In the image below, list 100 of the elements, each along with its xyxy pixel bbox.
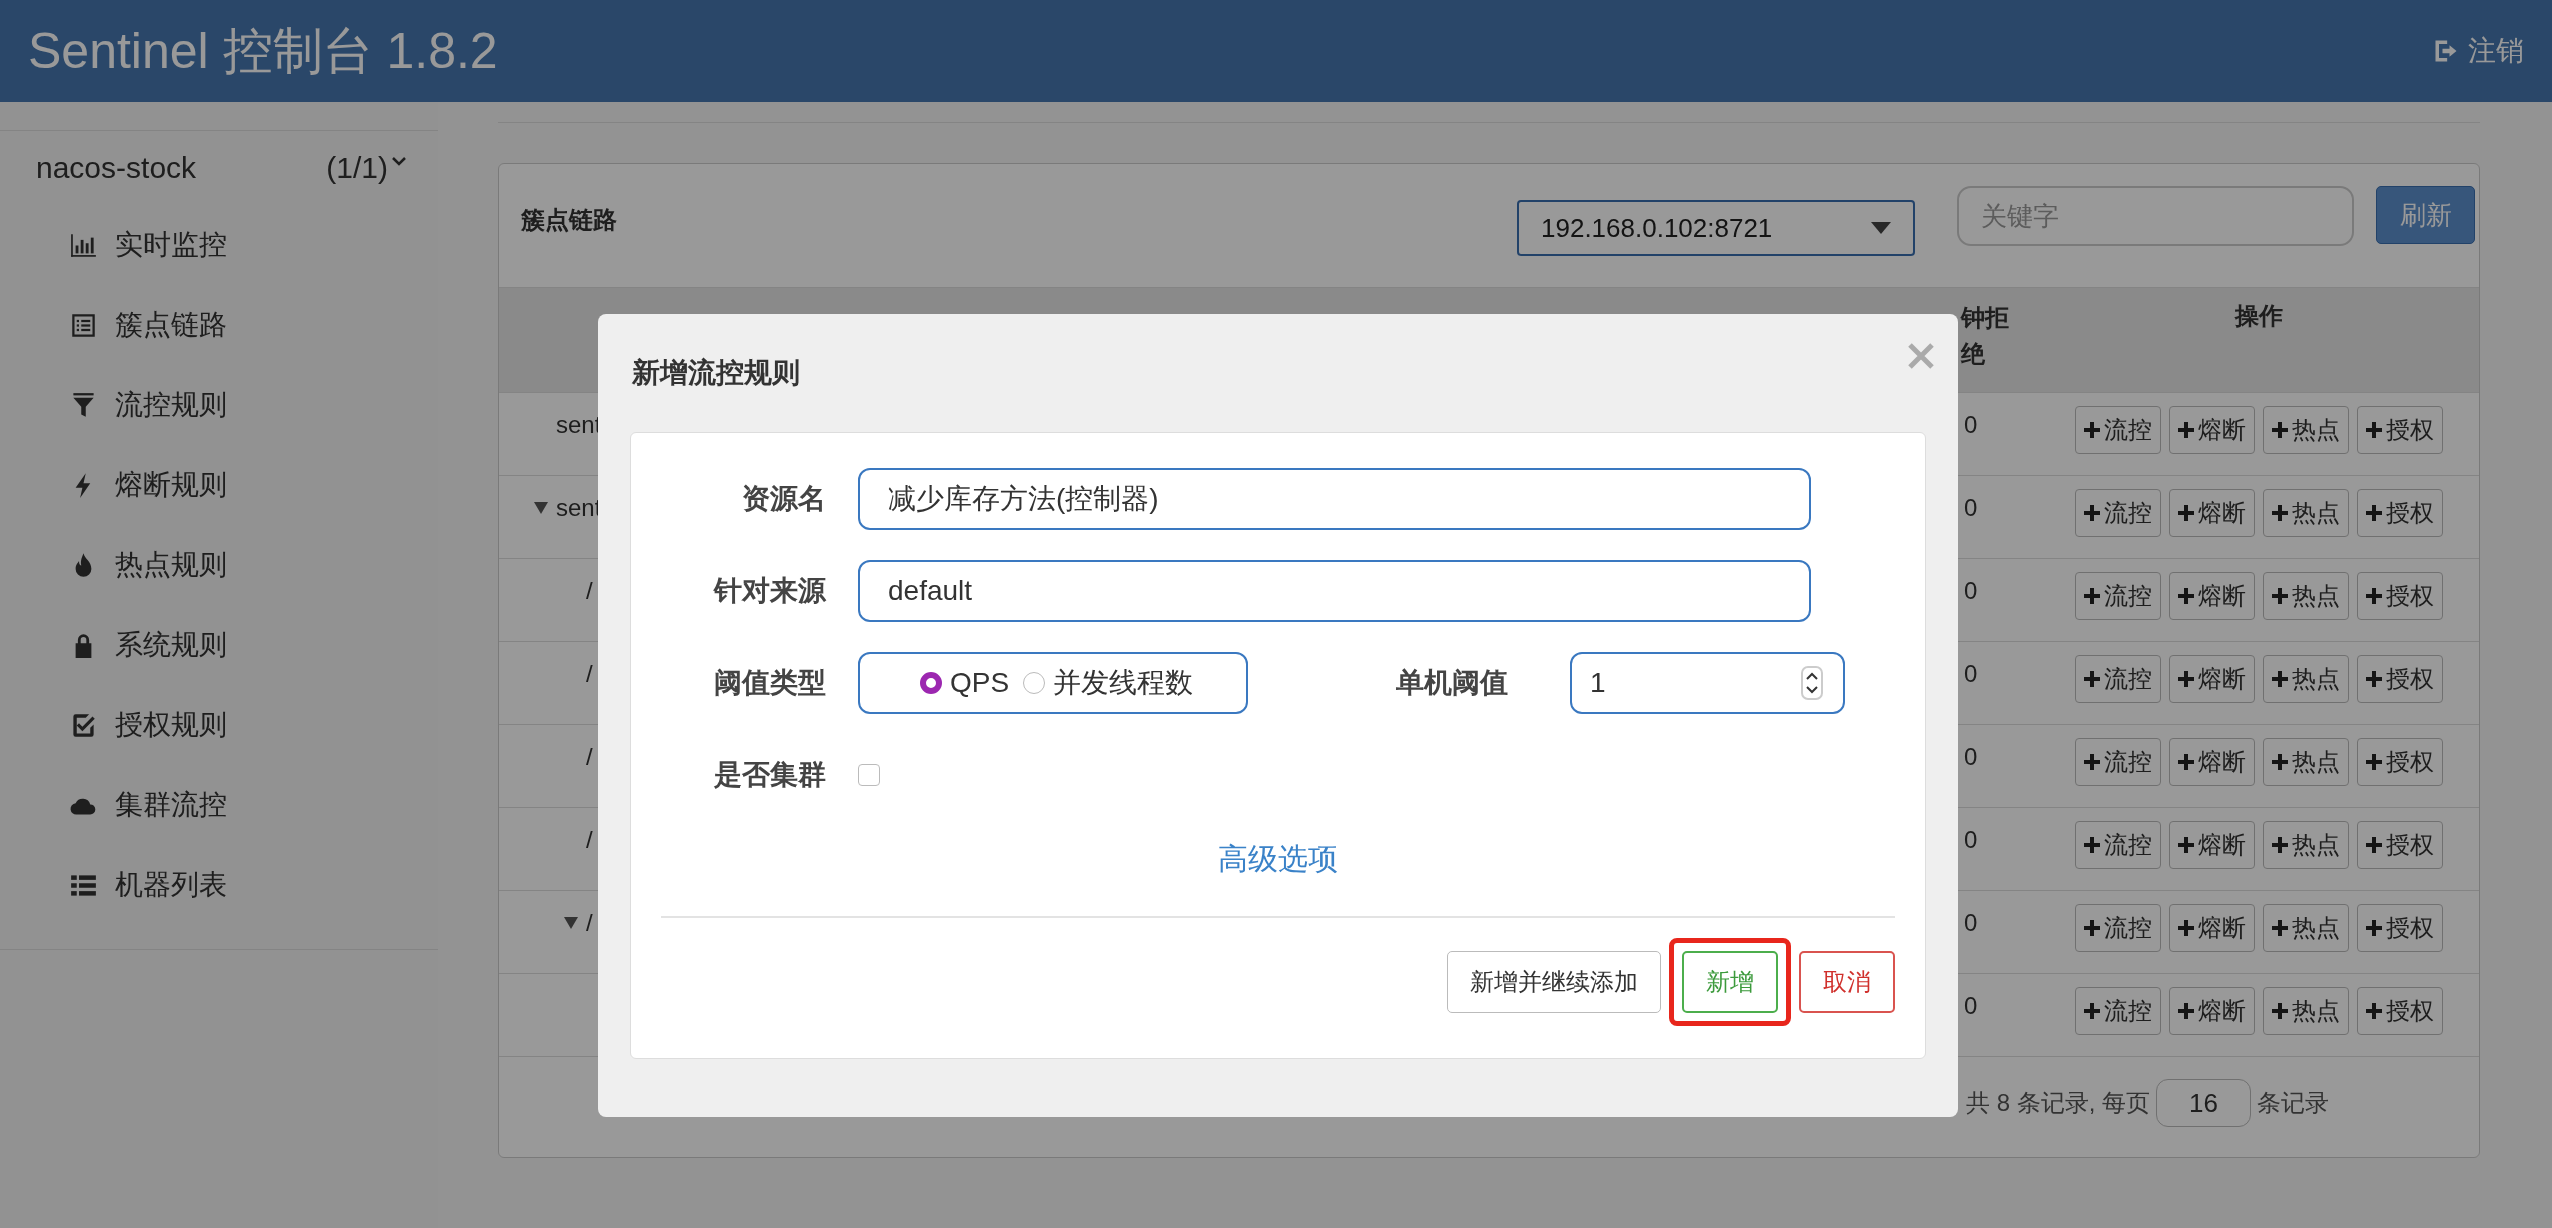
plus-icon (2178, 588, 2194, 604)
caret-icon[interactable] (1871, 222, 1891, 234)
add-rule-button[interactable]: 流控 (2075, 904, 2161, 952)
add-rule-button[interactable]: 流控 (2075, 572, 2161, 620)
checkbox-icon (70, 711, 97, 739)
plus-icon (2272, 837, 2288, 853)
add-rule-button[interactable]: 热点 (2263, 655, 2349, 703)
add-rule-button[interactable]: 流控 (2075, 738, 2161, 786)
app-menu-header[interactable]: nacos-stock (1/1) (0, 131, 438, 205)
plus-icon (2084, 505, 2100, 521)
radio-option[interactable]: QPS (920, 667, 1010, 699)
add-rule-button[interactable]: 热点 (2263, 987, 2349, 1035)
sidebar-item[interactable]: 流控规则 (0, 365, 438, 445)
add-rule-button[interactable]: 流控 (2075, 987, 2161, 1035)
add-rule-button[interactable]: 授权 (2357, 572, 2443, 620)
plus-icon (2084, 588, 2100, 604)
pagination-suffix: 条记录 (2257, 1088, 2329, 1118)
plus-icon (2084, 920, 2100, 936)
plus-icon (2272, 588, 2288, 604)
sidebar-item[interactable]: 熔断规则 (0, 445, 438, 525)
plus-icon (2178, 754, 2194, 770)
panel-title: 簇点链路 (521, 205, 618, 235)
sidebar-item[interactable]: 系统规则 (0, 605, 438, 685)
plus-icon (2178, 837, 2194, 853)
logout-link[interactable]: 注销 (2432, 32, 2524, 70)
add-rule-button[interactable]: 热点 (2263, 904, 2349, 952)
add-rule-button[interactable]: 授权 (2357, 821, 2443, 869)
plus-icon (2366, 505, 2382, 521)
dialog-button[interactable]: 新增并继续添加 (1447, 951, 1661, 1013)
add-rule-button[interactable]: 流控 (2075, 406, 2161, 454)
input-field[interactable]: 减少库存方法(控制器) (858, 468, 1811, 530)
add-rule-button[interactable]: 熔断 (2169, 655, 2255, 703)
sidebar-item[interactable]: 机器列表 (0, 845, 438, 925)
plus-icon (2366, 422, 2382, 438)
add-rule-button[interactable]: 熔断 (2169, 572, 2255, 620)
table-cell: / (586, 743, 593, 771)
add-rule-button[interactable]: 熔断 (2169, 406, 2255, 454)
plus-icon (2178, 422, 2194, 438)
dialog-button[interactable]: 新增 (1682, 951, 1778, 1013)
checkbox[interactable] (858, 764, 880, 786)
plus-icon (2272, 422, 2288, 438)
dialog-title: 新增流控规则 (631, 356, 800, 390)
advanced-options-link[interactable]: 高级选项 (1218, 842, 1338, 875)
search-field[interactable]: 关键字 (1957, 186, 2354, 246)
add-rule-button[interactable]: 熔断 (2169, 821, 2255, 869)
spinner-icon[interactable] (1801, 666, 1823, 700)
add-rule-button[interactable]: 授权 (2357, 738, 2443, 786)
dialog-button[interactable]: 取消 (1799, 951, 1895, 1013)
add-rule-button[interactable]: 流控 (2075, 489, 2161, 537)
plus-icon (2178, 920, 2194, 936)
add-rule-button[interactable]: 授权 (2357, 406, 2443, 454)
sidebar-item[interactable]: 热点规则 (0, 525, 438, 605)
column-header: 操作 (2235, 302, 2283, 329)
plus-icon (2178, 671, 2194, 687)
table-cell: 0 (1964, 992, 1978, 1019)
radio-option[interactable]: 并发线程数 (1023, 664, 1194, 702)
sidebar-item[interactable]: 实时监控 (0, 205, 438, 285)
plus-icon (2084, 422, 2100, 438)
plus-icon (2366, 920, 2382, 936)
expand-triangle-icon[interactable] (564, 917, 578, 929)
add-rule-button[interactable]: 熔断 (2169, 904, 2255, 952)
radio-button[interactable] (920, 672, 942, 694)
add-rule-button[interactable]: 熔断 (2169, 738, 2255, 786)
add-rule-button[interactable]: 热点 (2263, 821, 2349, 869)
page-size-field[interactable]: 16 (2156, 1079, 2251, 1127)
plus-icon (2272, 671, 2288, 687)
add-rule-button[interactable]: 授权 (2357, 655, 2443, 703)
add-rule-button[interactable]: 授权 (2357, 904, 2443, 952)
pagination-summary: 共 8 条记录, 每页 (1965, 1088, 2150, 1118)
bar-chart-icon (70, 231, 97, 259)
plus-icon (2366, 671, 2382, 687)
sidebar-item[interactable]: 集群流控 (0, 765, 438, 845)
add-rule-button[interactable]: 热点 (2263, 489, 2349, 537)
plus-icon (2084, 1003, 2100, 1019)
input-field[interactable]: default (858, 560, 1811, 622)
add-rule-button[interactable]: 流控 (2075, 655, 2161, 703)
radio-button[interactable] (1023, 672, 1046, 694)
plus-icon (2084, 671, 2100, 687)
table-cell: / (586, 577, 593, 605)
machine-select[interactable]: 192.168.0.102:8721 (1517, 200, 1915, 256)
plus-icon (2084, 754, 2100, 770)
table-cell: 0 (1964, 411, 1978, 438)
field-label: 是否集群 (713, 758, 826, 792)
plus-icon (2366, 754, 2382, 770)
plus-icon (2366, 837, 2382, 853)
add-rule-button[interactable]: 授权 (2357, 987, 2443, 1035)
sidebar-item[interactable]: 簇点链路 (0, 285, 438, 365)
sidebar-item[interactable]: 授权规则 (0, 685, 438, 765)
add-rule-button[interactable]: 熔断 (2169, 987, 2255, 1035)
add-rule-button[interactable]: 热点 (2263, 572, 2349, 620)
plus-icon (2084, 837, 2100, 853)
expand-triangle-icon[interactable] (534, 502, 548, 514)
add-rule-button[interactable]: 熔断 (2169, 489, 2255, 537)
add-rule-button[interactable]: 热点 (2263, 406, 2349, 454)
add-rule-button[interactable]: 流控 (2075, 821, 2161, 869)
table-cell: 0 (1964, 660, 1978, 687)
number-field[interactable]: 1 (1570, 652, 1845, 714)
plus-icon (2272, 505, 2288, 521)
add-rule-button[interactable]: 授权 (2357, 489, 2443, 537)
add-rule-button[interactable]: 热点 (2263, 738, 2349, 786)
